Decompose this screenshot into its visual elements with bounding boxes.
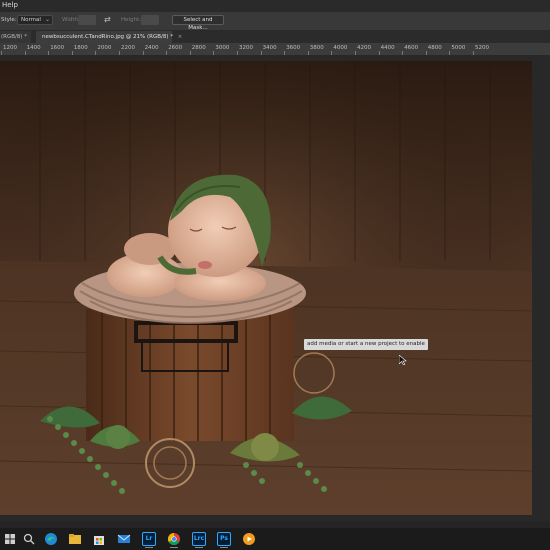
swap-icon[interactable]: ⇄ [104,15,111,24]
menu-help[interactable]: Help [2,1,18,9]
ruler-tick-label: 3200 [239,45,253,51]
document-tab[interactable]: (RGB/8) * [0,31,31,43]
mail-icon[interactable] [117,532,131,546]
ruler-tick-label: 1400 [26,45,41,51]
windows-start-icon[interactable] [3,532,17,546]
lightroom-label: Lr [145,535,153,542]
ruler-tick-label: 1600 [50,45,65,51]
running-indicator [145,547,153,548]
windows-taskbar: Lr Lrc Ps [0,528,550,550]
newborn-photo [0,61,532,515]
ruler-tick-label: 2400 [144,45,159,51]
style-select-value: Normal [21,17,41,23]
status-bar [0,521,550,528]
ruler-tick-label: 3600 [286,45,301,51]
close-icon[interactable]: × [178,34,183,40]
photoshop-icon[interactable]: Ps [217,532,231,546]
ruler-tick-label: 4200 [357,45,371,51]
microsoft-store-icon[interactable] [92,532,106,546]
ruler-tick-label: 1800 [73,45,88,51]
ruler-tick-label: 5200 [475,45,489,51]
ruler-tick-label: 4800 [427,45,442,51]
media-player-icon[interactable] [242,532,256,546]
ruler-tick-label: 2600 [168,45,183,51]
ruler-tick-label: 4400 [380,45,395,51]
tab-label: newbsucculent.CTandRino.jpg @ 21% (RGB/8… [42,34,174,40]
ruler-tick-label: 2800 [191,45,206,51]
photoshop-label: Ps [220,535,228,542]
style-label: Style: [1,17,17,23]
tab-label: (RGB/8) * [1,34,27,40]
height-field[interactable] [141,15,159,25]
search-icon[interactable] [22,532,36,546]
edge-browser-icon[interactable] [44,532,58,546]
lightroom-classic-icon[interactable]: Lrc [192,532,206,546]
ruler-tick-label: 3400 [262,45,277,51]
select-and-mask-button[interactable]: Select and Mask... [172,15,224,31]
menu-bar: Help [0,0,550,12]
document-tab-bar: (RGB/8) * newbsucculent.CTandRino.jpg @ … [0,31,550,43]
height-label: Height: [121,17,142,23]
ruler-tick-label: 5000 [451,45,466,51]
canvas-area[interactable]: add media or start a new project to enab… [0,55,550,521]
photo-canvas[interactable] [0,61,532,515]
ruler-tick-label: 3000 [215,45,230,51]
ruler-tick-label: 3800 [309,45,324,51]
mouse-cursor-icon [399,355,407,365]
ruler-tick-label: 4000 [333,45,348,51]
chrome-icon[interactable] [167,532,181,546]
lightroom-classic-label: Lrc [193,535,205,542]
document-tab-active[interactable]: newbsucculent.CTandRino.jpg @ 21% (RGB/8… [36,31,182,43]
ruler-tick-label: 2000 [97,45,112,51]
running-indicator [170,547,178,548]
canvas-tooltip: add media or start a new project to enab… [304,339,428,350]
lightroom-icon[interactable]: Lr [142,532,156,546]
ruler-tick-label: 4600 [404,45,419,51]
chevron-down-icon: ⌄ [44,16,50,23]
ruler-tick-label: 1200 [3,45,17,51]
width-field[interactable] [78,15,96,25]
running-indicator [220,547,228,548]
style-select[interactable]: Normal ⌄ [17,15,53,25]
ruler-tick-label: 2200 [121,45,135,51]
file-explorer-icon[interactable] [68,532,82,546]
running-indicator [195,547,203,548]
options-bar: Style: Normal ⌄ Width: ⇄ Height: Select … [0,12,550,31]
